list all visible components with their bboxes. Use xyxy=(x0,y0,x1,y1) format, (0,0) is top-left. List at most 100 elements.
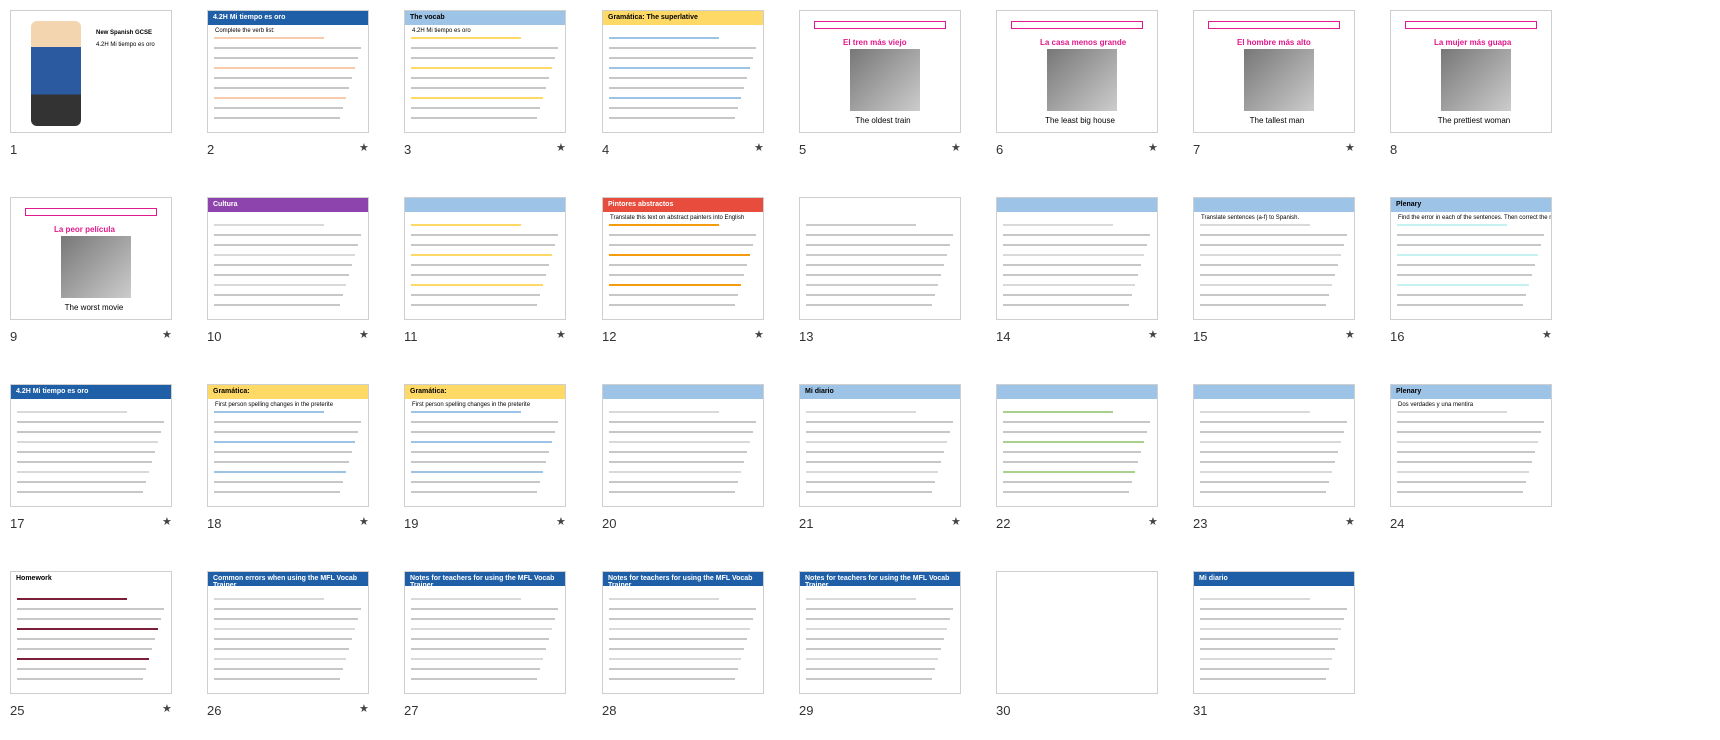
slide-number: 14 xyxy=(996,329,1011,344)
slide-thumbnail[interactable] xyxy=(602,384,764,507)
slide-thumbnail[interactable]: Notes for teachers for using the MFL Voc… xyxy=(404,571,566,694)
slide-thumbnail[interactable]: La peor película The worst movie xyxy=(10,197,172,320)
slide-thumbnail[interactable] xyxy=(404,197,566,320)
text-line xyxy=(806,294,935,296)
slide-header-bar xyxy=(405,198,565,212)
slide-number: 25 xyxy=(10,703,25,718)
slide-title: El hombre más alto xyxy=(1237,38,1311,47)
text-line xyxy=(1200,254,1341,256)
slide-thumbnail[interactable]: Common errors when using the MFL Vocab T… xyxy=(207,571,369,694)
text-line xyxy=(1397,421,1544,423)
slide-number: 28 xyxy=(602,703,617,718)
text-line xyxy=(1200,658,1332,660)
slide-thumbnail-cell: 23 ★ xyxy=(1185,376,1365,536)
slide-thumbnail[interactable] xyxy=(996,384,1158,507)
text-line xyxy=(1397,264,1535,266)
slide-thumbnail[interactable]: Gramática: First person spelling changes … xyxy=(404,384,566,507)
text-line xyxy=(17,668,146,670)
slide-number: 8 xyxy=(1390,142,1398,157)
text-line xyxy=(214,411,324,413)
text-line xyxy=(214,648,349,650)
slide-thumbnail[interactable]: La mujer más guapa The prettiest woman xyxy=(1390,10,1552,133)
slide-number: 26 xyxy=(207,703,222,718)
text-line xyxy=(806,441,947,443)
slide-thumbnail[interactable]: 4.2H Mi tiempo es oro Complete the verb l… xyxy=(207,10,369,133)
slide-number: 22 xyxy=(996,516,1011,531)
text-line xyxy=(411,234,558,236)
text-line xyxy=(806,304,932,306)
slide-thumbnail[interactable]: The vocab 4.2H Mi tiempo es oro xyxy=(404,10,566,133)
text-line xyxy=(1200,481,1329,483)
text-line xyxy=(1003,284,1135,286)
text-line xyxy=(609,264,747,266)
text-line xyxy=(1200,648,1335,650)
text-line xyxy=(411,254,552,256)
slide-thumbnail[interactable]: Pintores abstractos Translate this text o… xyxy=(602,197,764,320)
text-line xyxy=(806,481,935,483)
slide-thumbnail[interactable]: Notes for teachers for using the MFL Voc… xyxy=(799,571,961,694)
slide-thumbnail[interactable]: El hombre más alto The tallest man xyxy=(1193,10,1355,133)
text-line xyxy=(214,304,340,306)
text-line xyxy=(1003,244,1147,246)
slide-thumbnail-cell: Gramática: The superlative 4 ★ xyxy=(594,2,774,162)
text-line xyxy=(411,608,558,610)
text-line xyxy=(609,47,756,49)
text-line xyxy=(806,234,953,236)
text-line xyxy=(17,411,127,413)
text-line xyxy=(411,461,546,463)
slide-thumbnail[interactable]: Plenary Find the error in each of the sen… xyxy=(1390,197,1552,320)
slide-thumbnail-cell: La mujer más guapa The prettiest woman 8 xyxy=(1382,2,1562,162)
slide-thumbnail[interactable]: Translate sentences (a-f) to Spanish. xyxy=(1193,197,1355,320)
slide-thumbnail[interactable]: New Spanish GCSE 4.2H Mi tiempo es oro xyxy=(10,10,172,133)
slide-thumbnail[interactable] xyxy=(996,197,1158,320)
text-line xyxy=(1200,294,1329,296)
slide-thumbnail[interactable]: Mi diario xyxy=(799,384,961,507)
slide-thumbnail[interactable]: El tren más viejo The oldest train xyxy=(799,10,961,133)
text-line xyxy=(1200,284,1332,286)
text-line xyxy=(1200,668,1329,670)
slide-thumbnail[interactable]: Gramática: First person spelling changes … xyxy=(207,384,369,507)
text-line xyxy=(609,274,744,276)
slide-thumbnail[interactable]: Mi diario xyxy=(1193,571,1355,694)
slide-thumbnail-cell: 22 ★ xyxy=(988,376,1168,536)
text-line xyxy=(411,304,537,306)
text-line xyxy=(1200,471,1332,473)
text-line xyxy=(214,481,343,483)
slide-subtitle: Find the error in each of the sentences.… xyxy=(1398,215,1551,221)
slide-thumbnail[interactable] xyxy=(799,197,961,320)
text-line xyxy=(214,658,346,660)
text-line xyxy=(1003,491,1129,493)
slide-thumbnail[interactable] xyxy=(996,571,1158,694)
text-line xyxy=(214,491,340,493)
text-line xyxy=(1200,224,1310,226)
slide-header-bar xyxy=(603,385,763,399)
usage-tags-row xyxy=(25,208,157,216)
slide-number: 13 xyxy=(799,329,814,344)
slide-thumbnail[interactable]: Homework xyxy=(10,571,172,694)
text-line xyxy=(609,107,738,109)
text-line xyxy=(1397,234,1544,236)
text-line xyxy=(609,411,719,413)
text-line xyxy=(1397,441,1538,443)
text-line xyxy=(1003,234,1150,236)
text-line xyxy=(806,638,944,640)
slide-thumbnail[interactable]: Cultura xyxy=(207,197,369,320)
slide-title: 4.2H Mi tiempo es oro xyxy=(213,14,286,21)
slide-title: Notes for teachers for using the MFL Voc… xyxy=(608,575,753,589)
slide-thumbnail[interactable] xyxy=(1193,384,1355,507)
animation-star-icon: ★ xyxy=(359,329,369,341)
slide-picture xyxy=(1244,49,1314,111)
text-line xyxy=(609,284,741,286)
slide-thumbnail-cell: Pintores abstractos Translate this text o… xyxy=(594,189,774,349)
animation-star-icon: ★ xyxy=(359,516,369,528)
slide-header-bar xyxy=(997,198,1157,212)
slide-thumbnail-cell: 20 xyxy=(594,376,774,536)
slide-thumbnail[interactable]: Notes for teachers for using the MFL Voc… xyxy=(602,571,764,694)
slide-thumbnail[interactable]: La casa menos grande The least big house xyxy=(996,10,1158,133)
slide-number: 9 xyxy=(10,329,18,344)
slide-thumbnail[interactable]: Plenary Dos verdades y una mentira xyxy=(1390,384,1552,507)
slide-thumbnail[interactable]: 4.2H Mi tiempo es oro xyxy=(10,384,172,507)
text-line xyxy=(1003,274,1138,276)
text-line xyxy=(609,668,738,670)
slide-thumbnail[interactable]: Gramática: The superlative xyxy=(602,10,764,133)
